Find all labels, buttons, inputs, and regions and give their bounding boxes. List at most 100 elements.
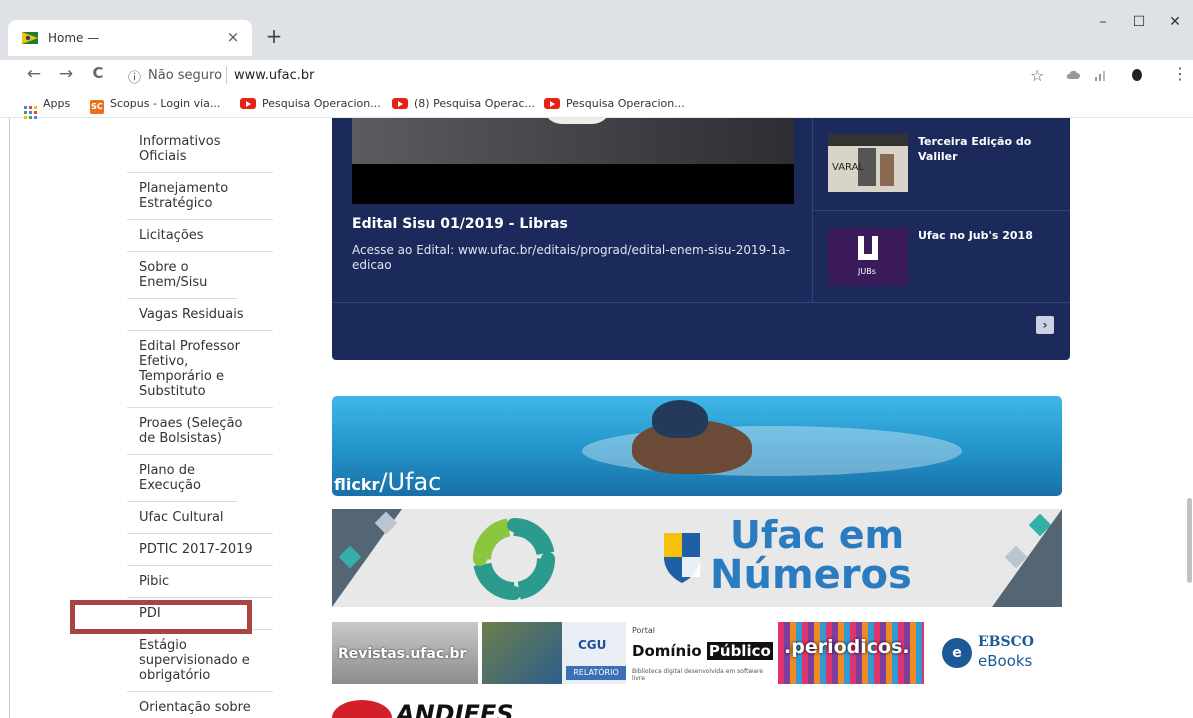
forward-button[interactable]: →: [54, 64, 78, 84]
bookmark-scopus[interactable]: SC Scopus - Login via...: [90, 97, 220, 114]
side-news-thumbnail: VARAL: [828, 134, 908, 192]
ebsco-logo[interactable]: e EBSCO eBooks: [936, 622, 1056, 684]
numeros-title-line1: Ufac em: [730, 513, 905, 557]
andifes-logo[interactable]: ANDIFES: [332, 698, 552, 718]
bookmark-label: (8) Pesquisa Operac...: [414, 97, 536, 110]
signal-extension-icon[interactable]: [1094, 68, 1108, 82]
youtube-icon: [544, 98, 560, 109]
ebsco-subtitle: eBooks: [978, 652, 1033, 670]
bookmarks-bar: Apps SC Scopus - Login via... Pesquisa Op…: [0, 92, 1193, 119]
sidebar-item-pdtic[interactable]: PDTIC 2017-2019: [127, 534, 273, 566]
cgu-building-image: [482, 622, 562, 684]
sidebar-item-vagas[interactable]: Vagas Residuais: [127, 299, 273, 331]
bookmark-apps[interactable]: Apps: [24, 97, 70, 119]
svg-text:JUBs: JUBs: [857, 267, 876, 276]
ebsco-globe-icon: e: [942, 638, 972, 668]
bookmark-youtube-3[interactable]: Pesquisa Operacion...: [544, 97, 685, 110]
info-icon[interactable]: ⓘ: [128, 67, 141, 86]
statistics-ring-icon: [473, 518, 555, 600]
news-image-caption-bar: [352, 164, 794, 204]
page-scrollbar[interactable]: [1187, 498, 1192, 583]
numeros-title-line2: Números: [710, 552, 912, 598]
sidebar-item-plano-execucao[interactable]: Plano de Execução: [127, 455, 237, 502]
publico-word: Público: [706, 642, 773, 660]
bookmark-youtube-2[interactable]: (8) Pesquisa Operac...: [392, 97, 535, 110]
side-news-title: Terceira Edição do Valiler: [918, 135, 1032, 163]
side-news-thumbnail: JUBs: [828, 228, 908, 286]
bookmark-label: Pesquisa Operacion...: [566, 97, 685, 110]
news-image-figure: [542, 118, 612, 124]
youtube-icon: [240, 98, 256, 109]
tab-title: Home —: [48, 31, 100, 45]
sidebar-item-estagio[interactable]: Estágio supervisionado e obrigatório: [127, 630, 273, 692]
back-button[interactable]: ←: [22, 64, 46, 84]
page-border: [9, 118, 10, 718]
dominio-portal: Portal: [632, 626, 655, 635]
browser-tab[interactable]: Home — ×: [8, 20, 252, 56]
sidebar-item-pibic[interactable]: Pibic: [127, 566, 273, 598]
ufac-numeros-banner[interactable]: Ufac em Números: [332, 509, 1062, 607]
browser-toolbar: ← → C ⓘ Não seguro www.ufac.br ☆ ⋮: [0, 60, 1193, 92]
news-description: Acesse ao Edital: www.ufac.br/editais/pr…: [352, 243, 790, 272]
youtube-icon: [392, 98, 408, 109]
sidebar-item-informativos[interactable]: Informativos Oficiais: [127, 118, 273, 173]
partner-logos: Revistas.ufac.br CGU RELATÓRIO Portal Do…: [332, 622, 1062, 684]
tab-close-icon[interactable]: ×: [224, 28, 242, 46]
news-slider: Edital Sisu 01/2019 - Libras Acesse ao E…: [332, 118, 1070, 360]
ufac-shield-icon: [664, 533, 700, 583]
news-side-divider: [812, 210, 1070, 211]
close-window-button[interactable]: ✕: [1160, 14, 1190, 30]
periodicos-logo[interactable]: .periodicos.: [778, 622, 924, 684]
sidebar-item-proaes[interactable]: Proaes (Seleção de Bolsistas): [127, 408, 273, 455]
news-main-image[interactable]: [352, 118, 794, 164]
security-status: Não seguro: [148, 68, 223, 83]
url-text[interactable]: www.ufac.br: [234, 68, 315, 83]
revistas-label: Revistas.ufac.br: [338, 646, 467, 662]
page-content: Informativos Oficiais Planejamento Estra…: [0, 118, 1193, 718]
profile-extension-icon[interactable]: [1130, 68, 1144, 82]
cloud-extension-icon[interactable]: [1066, 68, 1080, 82]
bookmark-youtube-1[interactable]: Pesquisa Operacion...: [240, 97, 381, 110]
address-bar[interactable]: ⓘ Não seguro www.ufac.br: [120, 63, 1055, 89]
dominio-word: Domínio: [632, 642, 702, 660]
revistas-logo[interactable]: Revistas.ufac.br: [332, 622, 478, 684]
sidebar-item-edital-professor[interactable]: Edital Professor Efetivo, Temporário e S…: [127, 331, 273, 408]
bookmark-label: Pesquisa Operacion...: [262, 97, 381, 110]
bookmark-label: Apps: [43, 97, 71, 110]
browser-titlebar: Home — × + – ☐ ✕: [0, 0, 1193, 60]
cgu-label: CGU: [578, 638, 607, 652]
reload-button[interactable]: C: [86, 64, 110, 82]
periodicos-label: .periodicos.: [784, 636, 910, 658]
news-bottom-divider: [332, 302, 1070, 303]
flickr-banner[interactable]: flickr/Ufac: [332, 396, 1062, 496]
flickr-swim-cap: [652, 400, 708, 438]
andifes-mark-icon: [332, 700, 392, 718]
bookmark-star-icon[interactable]: ☆: [1030, 66, 1044, 85]
sidebar-item-licitacoes[interactable]: Licitações: [127, 220, 273, 252]
sidebar-item-planejamento[interactable]: Planejamento Estratégico: [127, 173, 273, 220]
bookmark-label: Scopus - Login via...: [110, 97, 221, 110]
maximize-button[interactable]: ☐: [1124, 14, 1154, 30]
ufac-favicon-icon: [22, 32, 38, 44]
dominio-publico-logo[interactable]: Portal Domínio Público Biblioteca digita…: [630, 622, 774, 684]
news-headline[interactable]: Edital Sisu 01/2019 - Libras: [352, 216, 568, 232]
flickr-logo: flickr/Ufac: [334, 468, 441, 496]
flickr-prefix: flickr: [334, 475, 380, 494]
scopus-icon: SC: [90, 100, 104, 114]
svg-text:VARAL: VARAL: [832, 162, 864, 173]
sidebar-item-ufac-cultural[interactable]: Ufac Cultural: [127, 502, 273, 534]
side-news-title: Ufac no Jub's 2018: [918, 229, 1033, 242]
ebsco-title: EBSCO: [978, 634, 1034, 650]
cgu-relatorio: RELATÓRIO: [566, 666, 626, 680]
cgu-logo[interactable]: CGU RELATÓRIO: [482, 622, 626, 684]
numeros-right-shape: [992, 509, 1062, 607]
dominio-subtitle: Biblioteca digital desenvolvida em softw…: [632, 668, 763, 682]
sidebar-item-enem-sisu[interactable]: Sobre o Enem/Sisu: [127, 252, 237, 299]
sidebar-item-orientacao[interactable]: Orientação sobre: [127, 692, 273, 718]
new-tab-button[interactable]: +: [262, 24, 286, 48]
browser-menu-icon[interactable]: ⋮: [1168, 64, 1192, 83]
slider-next-button[interactable]: ›: [1036, 316, 1054, 334]
address-separator: [226, 66, 227, 84]
dominio-title: Domínio Público: [632, 642, 773, 660]
minimize-button[interactable]: –: [1088, 14, 1118, 30]
